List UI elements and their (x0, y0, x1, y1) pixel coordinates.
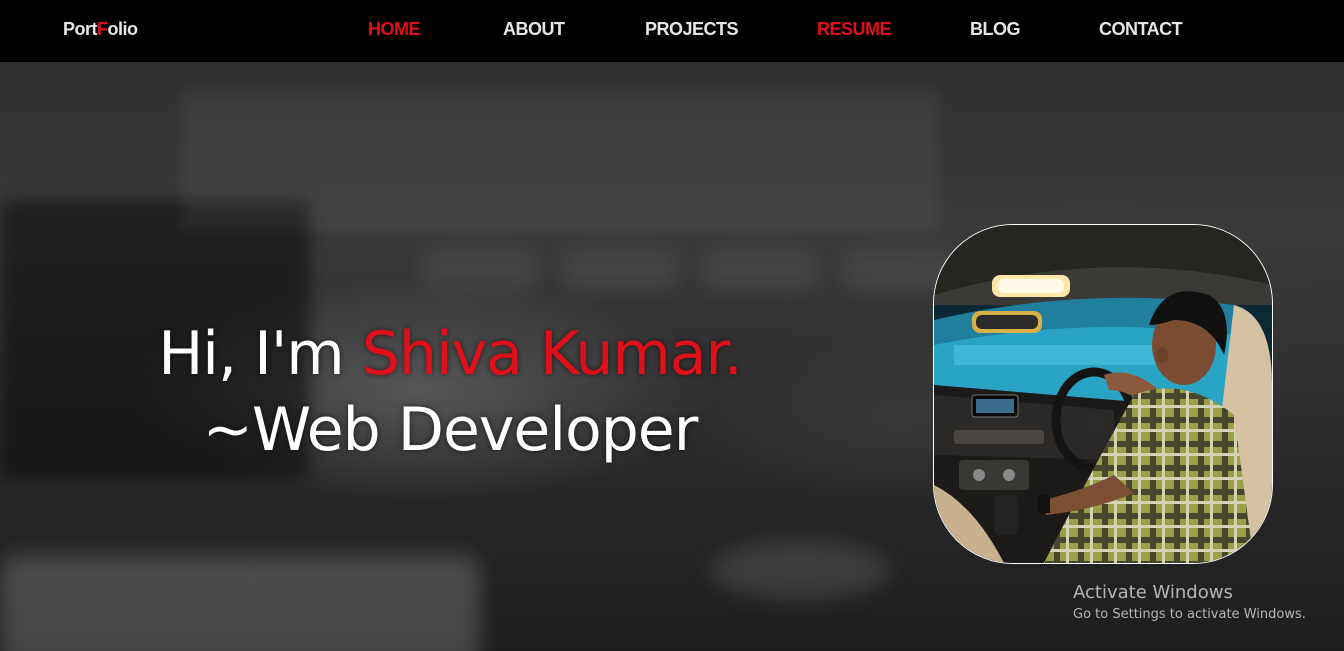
brand-suffix: olio (107, 19, 139, 39)
watermark-subtitle: Go to Settings to activate Windows. (1073, 607, 1306, 622)
background-light (420, 250, 540, 290)
nav-contact[interactable]: CONTACT (1099, 19, 1183, 40)
background-cup (710, 540, 890, 600)
hero-greeting-line: Hi, I'm Shiva Kumar. (100, 318, 800, 390)
navbar: PortFolio HOME ABOUT PROJECTS RESUME BLO… (0, 0, 1344, 62)
nav-projects[interactable]: PROJECTS (645, 19, 739, 40)
hero-greeting: Hi, I'm (158, 319, 362, 389)
hero-role: ~Web Developer (202, 395, 699, 465)
background-laptop (0, 555, 480, 651)
nav-about[interactable]: ABOUT (503, 19, 565, 40)
portfolio-page: PortFolio HOME ABOUT PROJECTS RESUME BLO… (0, 0, 1344, 651)
brand-prefix: Port (63, 19, 98, 39)
hero-intro: Hi, I'm Shiva Kumar. ~Web Developer (100, 318, 800, 470)
brand-logo[interactable]: PortFolio (63, 19, 138, 40)
nav-blog[interactable]: BLOG (970, 19, 1021, 40)
nav-home[interactable]: HOME (368, 19, 421, 40)
background-light (560, 250, 680, 290)
windows-activation-watermark: Activate Windows Go to Settings to activ… (1073, 581, 1306, 625)
profile-photo (933, 224, 1273, 564)
hero-name: Shiva Kumar. (361, 319, 743, 389)
nav-resume[interactable]: RESUME (817, 19, 892, 40)
brand-accent-letter: F (97, 19, 108, 39)
background-light (700, 250, 820, 290)
watermark-title: Activate Windows (1073, 582, 1233, 603)
background-window (180, 90, 940, 230)
